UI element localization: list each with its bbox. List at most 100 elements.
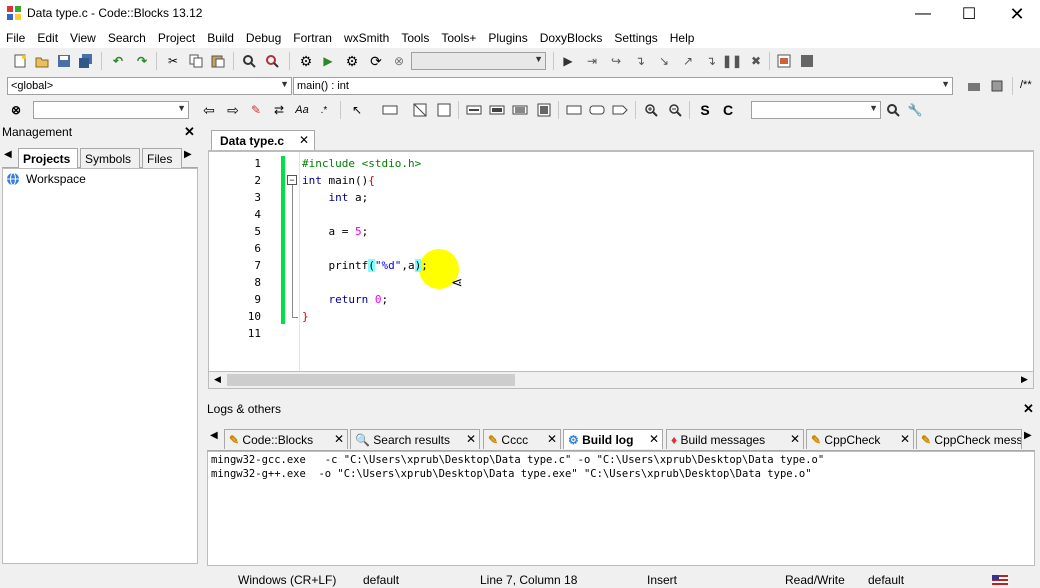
text-tool-icon[interactable] [436, 102, 452, 118]
block-3-icon[interactable] [512, 102, 528, 118]
step-out-icon[interactable]: ↗ [680, 53, 696, 69]
menu-view[interactable]: View [64, 28, 102, 48]
tab-cccc[interactable]: ✎ Cccc ✕ [483, 429, 561, 449]
build-target-select[interactable]: ▼ [411, 52, 546, 70]
step-into-instruction-icon[interactable]: ↴ [703, 53, 719, 69]
rectangle-tool-icon[interactable] [382, 102, 398, 118]
build-gear-icon[interactable]: ⚙ [298, 53, 314, 69]
tab-files[interactable]: Files [142, 148, 182, 168]
block-2-icon[interactable] [489, 102, 505, 118]
editor-hscrollbar[interactable]: ◀ ▶ [208, 372, 1034, 389]
shape-1-icon[interactable] [566, 102, 582, 118]
hscroll-thumb[interactable] [227, 374, 515, 386]
jump-implementation-icon[interactable] [990, 78, 1006, 94]
close-icon[interactable]: ✕ [994, 0, 1040, 28]
debug-windows-icon[interactable] [776, 53, 792, 69]
find-icon[interactable] [241, 53, 257, 69]
menu-plugins[interactable]: Plugins [482, 28, 533, 48]
tab-scroll-left-icon[interactable]: ◀ [4, 149, 12, 160]
run-to-cursor-icon[interactable]: ⇥ [584, 53, 600, 69]
tab-build-messages[interactable]: ♦ Build messages ✕ [666, 429, 804, 449]
management-close-icon[interactable]: ✕ [184, 124, 195, 140]
menu-tools[interactable]: Tools [395, 28, 435, 48]
undo-icon[interactable]: ↶ [110, 53, 126, 69]
run-icon[interactable]: ▶ [320, 53, 336, 69]
toggle-icon[interactable]: ⇄ [271, 102, 287, 118]
build-log-output[interactable]: mingw32-gcc.exe -c "C:\Users\xprub\Deskt… [207, 451, 1035, 566]
logs-tab-left-icon[interactable]: ◀ [210, 430, 218, 441]
menu-tools-plus[interactable]: Tools+ [435, 28, 482, 48]
image-tool-icon[interactable] [412, 102, 428, 118]
back-arrow-icon[interactable]: ⇦ [201, 102, 217, 118]
save-icon[interactable] [56, 53, 72, 69]
logs-tab-right-icon[interactable]: ▶ [1024, 430, 1032, 441]
build-and-run-icon[interactable]: ⚙ [344, 53, 360, 69]
clear-icon[interactable]: ⊗ [8, 102, 24, 118]
next-line-icon[interactable]: ↪ [608, 53, 624, 69]
abort-icon[interactable]: ⊗ [391, 53, 407, 69]
regex-icon[interactable]: .* [316, 102, 332, 118]
menu-edit[interactable]: Edit [31, 28, 64, 48]
forward-arrow-icon[interactable]: ⇨ [225, 102, 241, 118]
scroll-right-icon[interactable]: ▶ [1021, 374, 1028, 385]
scroll-left-icon[interactable]: ◀ [214, 374, 221, 385]
zoom-out-icon[interactable] [667, 102, 683, 118]
menu-build[interactable]: Build [201, 28, 240, 48]
menu-settings[interactable]: Settings [608, 28, 663, 48]
tab-scroll-right-icon[interactable]: ▶ [184, 149, 192, 160]
minimize-icon[interactable]: — [900, 0, 946, 28]
new-file-icon[interactable] [12, 53, 28, 69]
select-pointer-icon[interactable]: ↖ [349, 102, 365, 118]
menu-doxyblocks[interactable]: DoxyBlocks [534, 28, 609, 48]
code-editor[interactable]: 1 2 3 4 5 6 7 8 9 10 11 − #include <stdi… [208, 151, 1034, 372]
menu-wxsmith[interactable]: wxSmith [338, 28, 395, 48]
step-into-icon[interactable]: ↘ [656, 53, 672, 69]
highlight-icon[interactable]: ✎ [248, 102, 264, 118]
shape-3-icon[interactable] [612, 102, 628, 118]
tab-data-type-c[interactable]: Data type.c ✕ [211, 130, 315, 150]
symbol-search-combo[interactable]: ▼ [751, 101, 881, 119]
editor-tab-close-icon[interactable]: ✕ [299, 133, 309, 147]
c-icon[interactable]: C [720, 102, 736, 118]
s-icon[interactable]: S [697, 102, 713, 118]
tab-symbols[interactable]: Symbols [80, 148, 140, 168]
menu-help[interactable]: Help [664, 28, 701, 48]
redo-icon[interactable]: ↷ [134, 53, 150, 69]
workspace-item[interactable]: Workspace [26, 172, 86, 186]
menu-file[interactable]: File [0, 28, 31, 48]
debug-info-icon[interactable] [799, 53, 815, 69]
menu-debug[interactable]: Debug [240, 28, 287, 48]
tab-projects[interactable]: Projects [18, 148, 78, 168]
cut-icon[interactable]: ✂ [165, 53, 181, 69]
paste-icon[interactable] [210, 53, 226, 69]
scope-select[interactable]: <global> ▼ [7, 77, 292, 95]
jump-declaration-icon[interactable] [966, 78, 982, 94]
block-1-icon[interactable] [466, 102, 482, 118]
maximize-icon[interactable]: ☐ [946, 0, 992, 28]
fold-toggle-icon[interactable]: − [287, 175, 297, 185]
tab-codeblocks-log[interactable]: ✎ Code::Blocks ✕ [224, 429, 348, 449]
pause-icon[interactable]: ❚❚ [722, 53, 742, 69]
menu-search[interactable]: Search [102, 28, 152, 48]
tab-build-log[interactable]: ⚙ Build log ✕ [563, 429, 663, 449]
debug-start-icon[interactable]: ▶ [560, 53, 576, 69]
doxy-comment-button[interactable]: /** [1020, 79, 1032, 91]
wrench-icon[interactable]: 🔧 [907, 102, 923, 118]
text-search-icon[interactable]: Aa [294, 102, 310, 118]
tab-search-results[interactable]: 🔍 Search results ✕ [350, 429, 480, 449]
block-4-icon[interactable] [536, 102, 552, 118]
search-combo[interactable]: ▼ [33, 101, 189, 119]
function-select[interactable]: main() : int ▼ [293, 77, 953, 95]
menu-project[interactable]: Project [152, 28, 201, 48]
open-icon[interactable] [34, 53, 50, 69]
symbol-find-icon[interactable] [885, 102, 901, 118]
replace-icon[interactable] [264, 53, 280, 69]
rebuild-icon[interactable]: ⟳ [368, 53, 384, 69]
tab-cppcheck[interactable]: ✎ CppCheck ✕ [806, 429, 914, 449]
next-instruction-icon[interactable]: ↴ [632, 53, 648, 69]
zoom-in-icon[interactable] [643, 102, 659, 118]
save-all-icon[interactable] [78, 53, 94, 69]
copy-icon[interactable] [188, 53, 204, 69]
shape-2-icon[interactable] [589, 102, 605, 118]
tab-cppcheck-messages[interactable]: ✎ CppCheck messa [916, 429, 1022, 449]
